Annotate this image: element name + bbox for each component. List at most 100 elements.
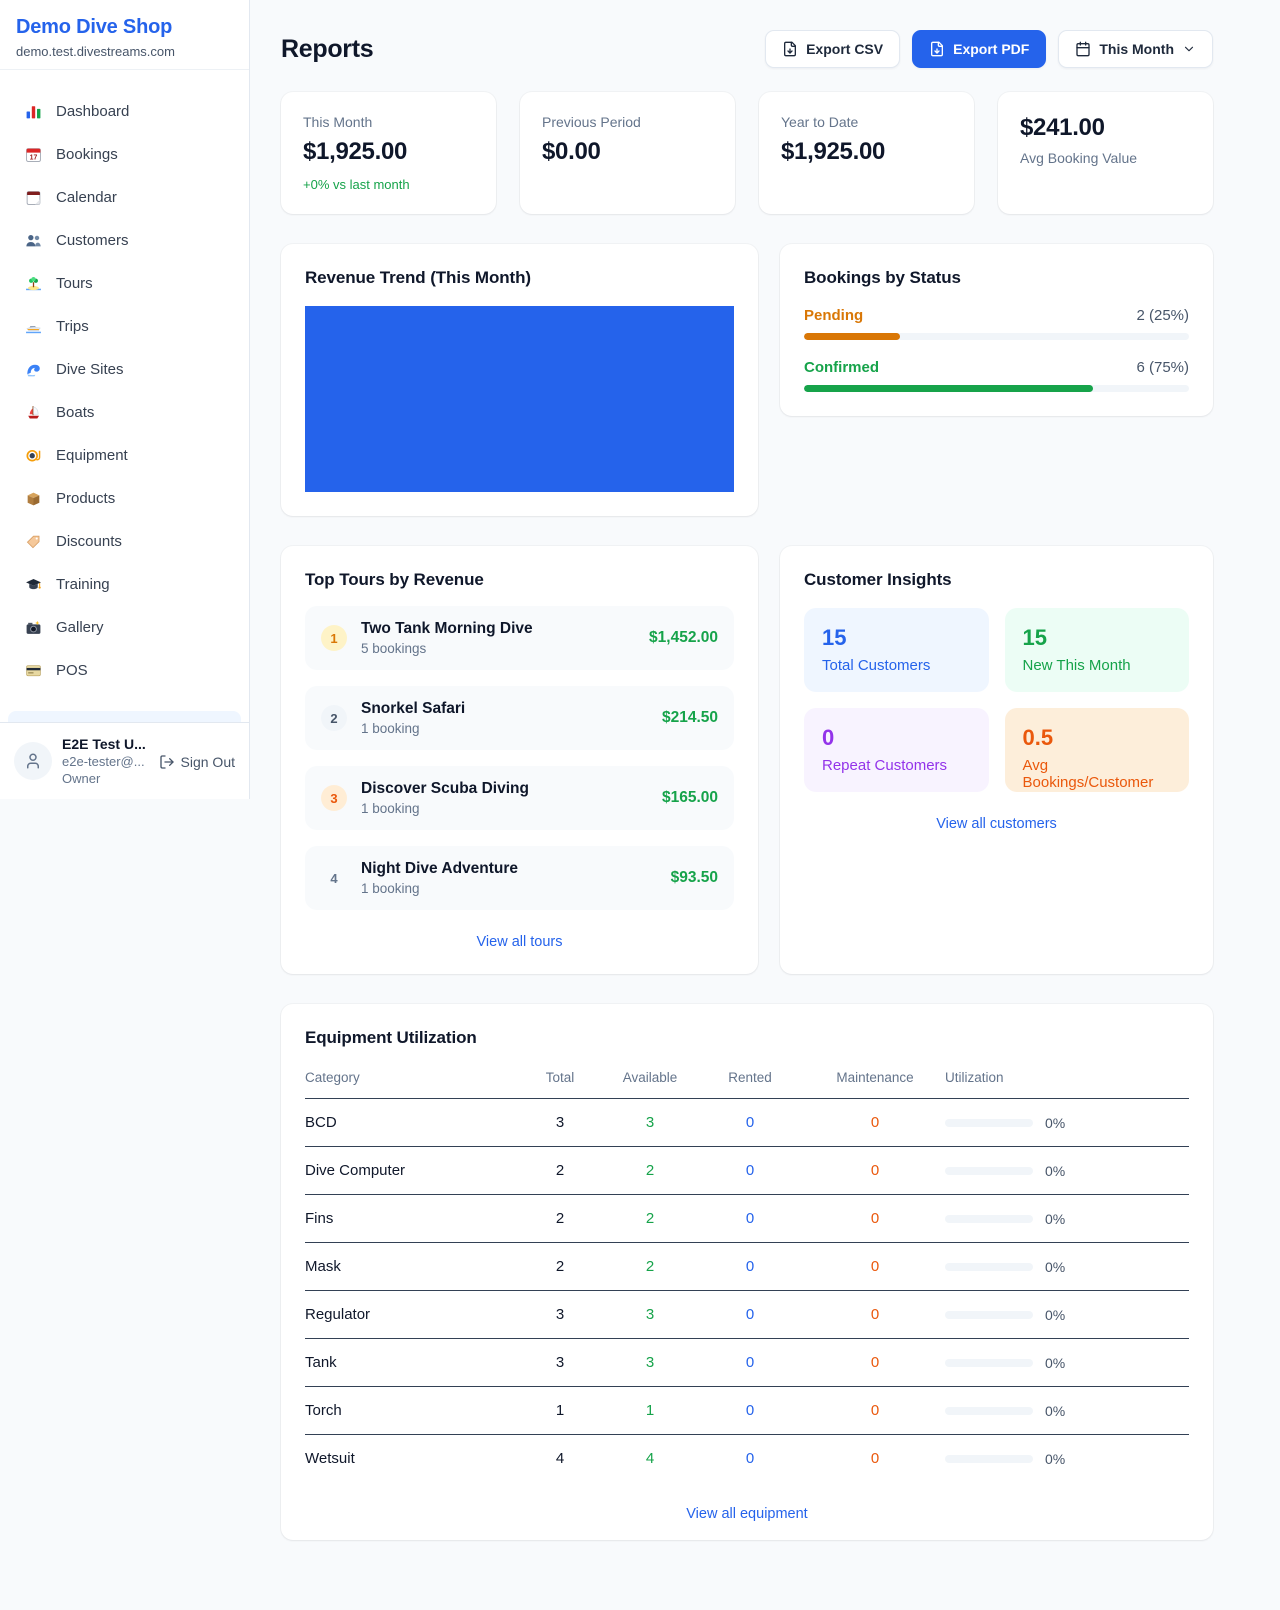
cell-available: 3 [605, 1099, 695, 1147]
sidebar-item-dive-sites[interactable]: Dive Sites [8, 348, 241, 391]
file-download-icon [929, 41, 945, 57]
sidebar-item-label: Bookings [56, 146, 118, 163]
cell-category: Tank [305, 1339, 515, 1387]
insight-tiles: 15 Total Customers 15 New This Month 0 R… [804, 608, 1189, 792]
tour-name: Two Tank Morning Dive [361, 620, 635, 638]
status-label: Pending [804, 307, 863, 324]
utilization-percent: 0% [1045, 1355, 1065, 1371]
logout-icon [159, 754, 175, 770]
utilization-bar [945, 1359, 1033, 1367]
equipment-utilization-title: Equipment Utilization [305, 1028, 1189, 1048]
tile-label: Total Customers [822, 657, 971, 674]
cell-available: 3 [605, 1291, 695, 1339]
insight-tile-total-customers: 15 Total Customers [804, 608, 989, 692]
package-icon [24, 490, 42, 507]
cell-maintenance: 0 [805, 1435, 945, 1483]
customer-insights-title: Customer Insights [804, 570, 1189, 590]
column-header-utilization: Utilization [945, 1060, 1189, 1099]
rank-badge: 3 [321, 785, 347, 811]
sidebar-item-label: Customers [56, 232, 129, 249]
avatar [14, 742, 52, 780]
chevron-down-icon [1182, 42, 1196, 56]
stat-value: $1,925.00 [303, 138, 474, 166]
sidebar-item-customers[interactable]: Customers [8, 219, 241, 262]
stat-value: $1,925.00 [781, 138, 952, 166]
sidebar-item-label: POS [56, 662, 88, 679]
credit-card-icon [24, 662, 42, 679]
stat-delta: +0% vs last month [303, 177, 474, 192]
sign-out-button[interactable]: Sign Out [159, 754, 235, 770]
customer-insights-card: Customer Insights 15 Total Customers 15 … [780, 546, 1213, 974]
top-tours-card: Top Tours by Revenue 1 Two Tank Morning … [281, 546, 758, 974]
cell-rented: 0 [695, 1243, 805, 1291]
sidebar-item-equipment[interactable]: Equipment [8, 434, 241, 477]
sidebar-header: Demo Dive Shop demo.test.divestreams.com [0, 0, 249, 70]
export-pdf-button[interactable]: Export PDF [912, 30, 1046, 68]
stat-value: $0.00 [542, 138, 713, 166]
cell-total: 3 [515, 1339, 605, 1387]
sidebar-item-discounts[interactable]: Discounts [8, 520, 241, 563]
sidebar-user-footer: E2E Test U... e2e-tester@... Owner Sign … [0, 722, 249, 799]
export-csv-button[interactable]: Export CSV [765, 30, 900, 68]
bookings-by-status-title: Bookings by Status [804, 268, 1189, 288]
utilization-bar [945, 1119, 1033, 1127]
table-header-row: Category Total Available Rented Maintena… [305, 1060, 1189, 1099]
sidebar-item-label: Discounts [56, 533, 122, 550]
table-row: Dive Computer 2 2 0 0 0% [305, 1147, 1189, 1195]
wave-icon [24, 361, 42, 378]
tour-list-item: 1 Two Tank Morning Dive 5 bookings $1,45… [305, 606, 734, 670]
people-icon [24, 232, 42, 249]
sidebar-item-dashboard[interactable]: Dashboard [8, 90, 241, 133]
svg-text:17: 17 [29, 154, 37, 161]
cell-rented: 0 [695, 1387, 805, 1435]
sidebar-item-bookings[interactable]: 17 Bookings [8, 133, 241, 176]
cell-category: Wetsuit [305, 1435, 515, 1483]
tile-label: Repeat Customers [822, 757, 971, 774]
utilization-percent: 0% [1045, 1451, 1065, 1467]
view-all-customers-link[interactable]: View all customers [804, 816, 1189, 832]
export-pdf-label: Export PDF [953, 41, 1029, 57]
header-actions: Export CSV Export PDF This Month [765, 30, 1213, 68]
utilization-bar [945, 1455, 1033, 1463]
utilization-percent: 0% [1045, 1163, 1065, 1179]
cell-category: BCD [305, 1099, 515, 1147]
speedboat-icon [24, 318, 42, 335]
main-content: Reports Export CSV Export PDF This Month… [250, 0, 1280, 1540]
user-info: E2E Test U... e2e-tester@... Owner [62, 736, 149, 786]
cell-maintenance: 0 [805, 1387, 945, 1435]
sidebar-item-gallery[interactable]: Gallery [8, 606, 241, 649]
cell-category: Mask [305, 1243, 515, 1291]
island-icon [24, 275, 42, 292]
sidebar-item-label: Gallery [56, 619, 104, 636]
user-email: e2e-tester@... [62, 754, 149, 769]
tile-value: 0.5 [1023, 725, 1172, 751]
column-header-maintenance: Maintenance [805, 1060, 945, 1099]
bookings-by-status-card: Bookings by Status Pending 2 (25%) Confi… [780, 244, 1213, 416]
sidebar-item-products[interactable]: Products [8, 477, 241, 520]
tour-name: Night Dive Adventure [361, 860, 657, 878]
sidebar-item-label: Calendar [56, 189, 117, 206]
calendar-date-icon: 17 [24, 146, 42, 163]
sidebar-item-calendar[interactable]: Calendar [8, 176, 241, 219]
table-row: Wetsuit 4 4 0 0 0% [305, 1435, 1189, 1483]
cell-maintenance: 0 [805, 1243, 945, 1291]
view-all-equipment-link[interactable]: View all equipment [305, 1506, 1189, 1522]
sidebar-active-item-partial[interactable] [8, 711, 241, 722]
sidebar-item-boats[interactable]: Boats [8, 391, 241, 434]
sidebar-item-training[interactable]: Training [8, 563, 241, 606]
column-header-available: Available [605, 1060, 695, 1099]
period-dropdown[interactable]: This Month [1058, 30, 1213, 68]
sidebar-item-tours[interactable]: Tours [8, 262, 241, 305]
bar-chart-icon [24, 103, 42, 120]
cell-total: 3 [515, 1099, 605, 1147]
utilization-percent: 0% [1045, 1307, 1065, 1323]
tour-amount: $1,452.00 [649, 629, 718, 647]
user-role: Owner [62, 771, 149, 786]
stat-label: Previous Period [542, 114, 713, 130]
sidebar-item-pos[interactable]: POS [8, 649, 241, 692]
charts-row: Revenue Trend (This Month) Bookings by S… [281, 244, 1213, 516]
sidebar-item-trips[interactable]: Trips [8, 305, 241, 348]
status-progress-fill [804, 333, 900, 340]
status-label: Confirmed [804, 359, 879, 376]
view-all-tours-link[interactable]: View all tours [305, 934, 734, 950]
